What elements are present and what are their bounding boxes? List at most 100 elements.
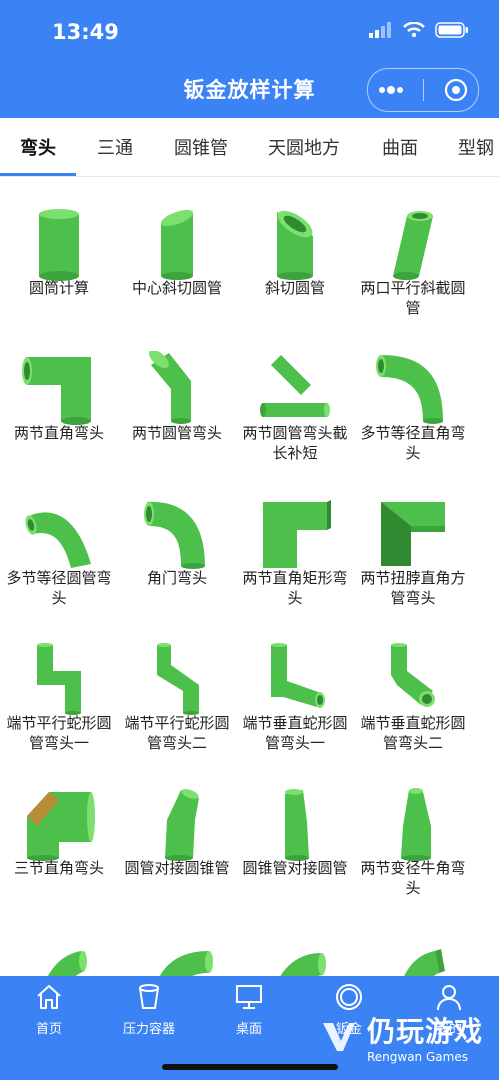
center-bevel-pipe-icon bbox=[160, 209, 194, 280]
status-time: 13:49 bbox=[52, 20, 119, 44]
item-label: 两节扭脖直角方管弯头 bbox=[360, 569, 466, 607]
item-vertical-snake-elbow-1[interactable]: 端节垂直蛇形圆管弯头一 bbox=[236, 611, 354, 752]
pipe-to-cone-icon bbox=[165, 789, 199, 861]
watermark-logo-icon bbox=[322, 1023, 355, 1051]
rect-curved-elbow-icon bbox=[404, 949, 445, 976]
tab-transition[interactable]: 天圆地方 bbox=[268, 134, 340, 160]
rect-right-elbow-icon bbox=[263, 500, 331, 568]
item-label: 三节直角弯头 bbox=[13, 859, 104, 877]
item-label: 端节平行蛇形圆管弯头二 bbox=[124, 714, 230, 752]
app-header: 13:49 钣金放样计算 bbox=[0, 0, 499, 118]
item-parallel-snake-elbow-2[interactable]: 端节平行蛇形圆管弯头二 bbox=[118, 611, 236, 752]
item-center-bevel-pipe[interactable]: 中心斜切圆管 bbox=[118, 176, 236, 316]
item-two-section-pipe-elbow[interactable]: 两节圆管弯头 bbox=[118, 321, 236, 461]
multi-section-right-elbow-icon bbox=[376, 355, 443, 424]
bevel-pipe-icon bbox=[277, 210, 313, 280]
multi-section-pipe-elbow-icon bbox=[25, 512, 91, 568]
cone-to-pipe-icon bbox=[285, 789, 309, 861]
vertical-snake-elbow-1-icon bbox=[271, 643, 325, 708]
item-label: 端节平行蛇形圆管弯头一 bbox=[6, 714, 112, 752]
more-icon[interactable] bbox=[378, 85, 404, 95]
mini-program-capsule bbox=[367, 68, 479, 112]
item-multi-section-pipe-elbow[interactable]: 多节等径圆管弯头 bbox=[0, 466, 118, 607]
item-corner-elbow[interactable]: 角门弯头 bbox=[118, 466, 236, 606]
item-cylinder[interactable]: 圆筒计算 bbox=[0, 176, 118, 316]
category-tabs: 弯头 三通 圆锥管 天圆地方 曲面 型钢 bbox=[0, 118, 499, 177]
nav-desktop[interactable]: 桌面 bbox=[204, 982, 294, 1037]
item-multi-section-right-elbow[interactable]: 多节等径直角弯头 bbox=[354, 321, 472, 462]
status-icons bbox=[369, 22, 469, 38]
item-label: 多节等径圆管弯头 bbox=[6, 569, 112, 607]
close-mini-program-icon[interactable] bbox=[444, 78, 468, 102]
item-reducing-horn-elbow[interactable]: 两节变径牛角弯头 bbox=[354, 756, 472, 897]
home-indicator bbox=[162, 1064, 338, 1070]
signal-icon bbox=[369, 22, 391, 38]
item-vertical-snake-elbow-2[interactable]: 端节垂直蛇形圆管弯头二 bbox=[354, 611, 472, 752]
tab-cone[interactable]: 圆锥管 bbox=[174, 134, 228, 160]
item-bevel-pipe[interactable]: 斜切圆管 bbox=[236, 176, 354, 316]
item-rect-right-elbow[interactable]: 两节直角矩形弯头 bbox=[236, 466, 354, 607]
vessel-icon bbox=[139, 984, 159, 1009]
nav-pressure-vessel-label: 压力容器 bbox=[122, 1022, 175, 1037]
parallel-bevel-pipe-icon bbox=[393, 211, 433, 280]
item-label: 端节垂直蛇形圆管弯头二 bbox=[360, 714, 466, 752]
cut-and-fill-elbow-icon bbox=[260, 355, 330, 417]
watermark-cn: 仍玩游戏 bbox=[366, 1015, 483, 1048]
monitor-icon bbox=[236, 985, 262, 1009]
item-label: 两节变径牛角弯头 bbox=[360, 859, 466, 897]
curved-elbow-b-icon bbox=[159, 951, 213, 976]
item-two-section-right-elbow[interactable]: 两节直角弯头 bbox=[0, 321, 118, 461]
vertical-snake-elbow-2-icon bbox=[391, 643, 435, 707]
item-label: 两节圆管弯头 bbox=[131, 424, 222, 442]
item-twisted-square-elbow[interactable]: 两节扭脖直角方管弯头 bbox=[354, 466, 472, 607]
nav-home[interactable]: 首页 bbox=[4, 982, 94, 1037]
item-pipe-to-cone[interactable]: 圆管对接圆锥管 bbox=[118, 756, 236, 896]
item-cut-and-fill-elbow[interactable]: 两节圆管弯头截长补短 bbox=[236, 321, 354, 462]
item-curved-elbow-c[interactable] bbox=[236, 901, 354, 976]
watermark: 仍玩游戏 Rengwan Games bbox=[319, 1010, 483, 1064]
item-label: 多节等径直角弯头 bbox=[360, 424, 466, 462]
battery-icon bbox=[435, 22, 468, 38]
tab-surface[interactable]: 曲面 bbox=[382, 134, 418, 160]
two-section-pipe-elbow-icon bbox=[149, 351, 191, 424]
item-label: 两节直角弯头 bbox=[13, 424, 104, 442]
cylinder-icon bbox=[39, 209, 79, 281]
parallel-snake-elbow-2-icon bbox=[157, 643, 199, 715]
item-label: 圆锥管对接圆管 bbox=[242, 859, 348, 877]
corner-elbow-icon bbox=[144, 501, 205, 569]
home-icon bbox=[37, 985, 61, 1009]
two-section-right-elbow-icon bbox=[22, 357, 91, 425]
item-curved-elbow-a[interactable] bbox=[0, 901, 118, 976]
watermark-en: Rengwan Games bbox=[366, 1050, 468, 1064]
item-curved-elbow-b[interactable] bbox=[118, 901, 236, 976]
item-label: 端节垂直蛇形圆管弯头一 bbox=[242, 714, 348, 752]
item-label: 圆管对接圆锥管 bbox=[124, 859, 230, 877]
elbow-item-grid: 圆筒计算 中心斜切圆管 斜切圆管 两口平行斜截圆管 两节直角弯头 两节圆管弯头 … bbox=[0, 176, 499, 976]
item-label: 中心斜切圆管 bbox=[131, 279, 222, 297]
nav-desktop-label: 桌面 bbox=[235, 1022, 262, 1037]
curved-elbow-c-icon bbox=[280, 953, 326, 976]
item-three-section-right-elbow[interactable]: 三节直角弯头 bbox=[0, 756, 118, 896]
nav-pressure-vessel[interactable]: 压力容器 bbox=[104, 982, 194, 1037]
item-label: 两节直角矩形弯头 bbox=[242, 569, 348, 607]
circle-icon bbox=[336, 984, 362, 1010]
item-label: 角门弯头 bbox=[146, 569, 207, 587]
item-parallel-bevel-pipe[interactable]: 两口平行斜截圆管 bbox=[354, 176, 472, 317]
parallel-snake-elbow-1-icon bbox=[37, 643, 81, 715]
item-label: 斜切圆管 bbox=[264, 279, 325, 297]
nav-home-label: 首页 bbox=[35, 1022, 62, 1037]
tab-section-steel[interactable]: 型钢 bbox=[458, 134, 494, 160]
user-icon bbox=[437, 985, 461, 1011]
curved-elbow-a-icon bbox=[48, 951, 87, 976]
item-parallel-snake-elbow-1[interactable]: 端节平行蛇形圆管弯头一 bbox=[0, 611, 118, 752]
three-section-right-elbow-icon bbox=[27, 792, 95, 861]
twisted-square-elbow-icon bbox=[381, 502, 445, 566]
item-label: 圆筒计算 bbox=[28, 279, 89, 297]
item-label: 两节圆管弯头截长补短 bbox=[242, 424, 348, 462]
tab-tee[interactable]: 三通 bbox=[97, 134, 133, 160]
item-cone-to-pipe[interactable]: 圆锥管对接圆管 bbox=[236, 756, 354, 896]
wifi-icon bbox=[403, 22, 425, 38]
item-label: 两口平行斜截圆管 bbox=[360, 279, 466, 317]
item-rect-curved-elbow[interactable] bbox=[354, 901, 472, 976]
tab-elbow[interactable]: 弯头 bbox=[20, 134, 56, 160]
